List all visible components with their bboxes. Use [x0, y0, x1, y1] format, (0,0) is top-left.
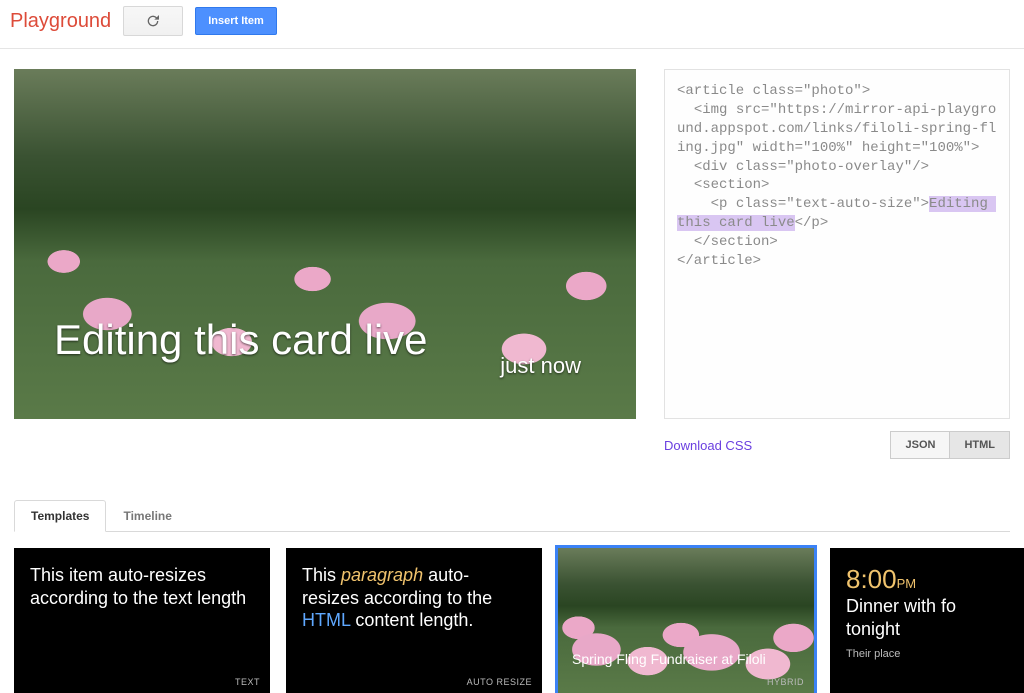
template-badge: HYBRID: [767, 677, 804, 687]
code-panel: <article class="photo"> <img src="https:…: [664, 69, 1010, 459]
refresh-icon: [145, 13, 161, 29]
template-auto-resize[interactable]: This paragraph auto-resizes according to…: [286, 548, 542, 693]
insert-item-button[interactable]: Insert Item: [195, 7, 277, 35]
template-event-time: 8:00PM: [846, 564, 1024, 595]
json-toggle-button[interactable]: JSON: [890, 431, 950, 459]
template-badge: TEXT: [235, 677, 260, 687]
template-hybrid[interactable]: Spring Fling Fundraiser at Filoli HYBRID: [558, 548, 814, 693]
template-auto-resize-body: This paragraph auto-resizes according to…: [302, 564, 526, 632]
tab-templates[interactable]: Templates: [14, 500, 106, 532]
html-code-editor[interactable]: <article class="photo"> <img src="https:…: [664, 69, 1010, 419]
tabs-row: Templates Timeline: [14, 499, 1010, 532]
main-row: Editing this card live just now <article…: [0, 49, 1024, 479]
brand-title: Playground: [10, 10, 111, 33]
format-toggle: JSON HTML: [890, 431, 1010, 459]
template-event-sub: Their place: [846, 648, 1024, 660]
templates-strip: This item auto-resizes according to the …: [0, 532, 1024, 693]
template-event-line2: tonight: [846, 618, 1024, 641]
preview-timestamp: just now: [500, 353, 581, 379]
template-badge: AUTO RESIZE: [467, 677, 532, 687]
preview-overlay-text: Editing this card live: [54, 316, 428, 364]
download-css-link[interactable]: Download CSS: [664, 438, 752, 453]
refresh-button[interactable]: [123, 6, 183, 36]
card-preview: Editing this card live just now: [14, 69, 636, 419]
template-text-body: This item auto-resizes according to the …: [30, 564, 254, 609]
template-hybrid-caption: Spring Fling Fundraiser at Filoli: [572, 651, 766, 667]
header: Playground Insert Item: [0, 0, 1024, 49]
html-toggle-button[interactable]: HTML: [950, 431, 1010, 459]
template-text[interactable]: This item auto-resizes according to the …: [14, 548, 270, 693]
tab-timeline[interactable]: Timeline: [106, 500, 188, 532]
template-event-line1: Dinner with fo: [846, 595, 1024, 618]
template-event[interactable]: 8:00PM Dinner with fo tonight Their plac…: [830, 548, 1024, 693]
template-hybrid-photo: [558, 548, 814, 693]
side-controls: Download CSS JSON HTML: [664, 431, 1010, 459]
